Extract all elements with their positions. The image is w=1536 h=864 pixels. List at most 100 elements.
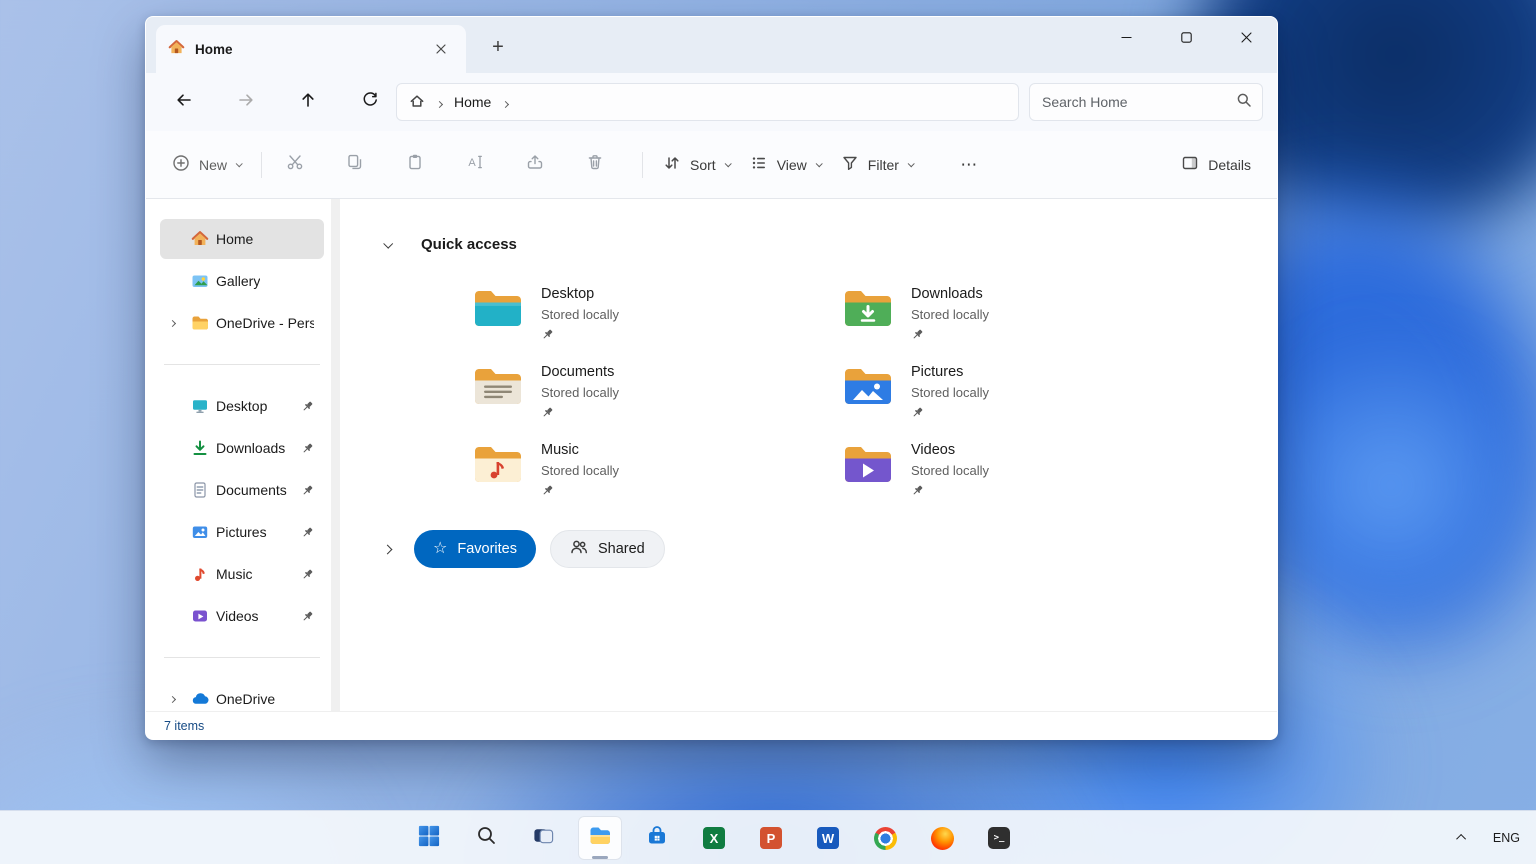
folder-name: Downloads (911, 285, 989, 304)
pictures-icon (190, 523, 210, 541)
address-bar[interactable]: Home (396, 83, 1019, 121)
people-icon (570, 538, 588, 560)
view-button[interactable]: View (740, 145, 831, 185)
chevron-right-icon[interactable] (160, 321, 184, 326)
taskbar: X P W >_ ENG (0, 810, 1536, 864)
up-button[interactable] (284, 83, 332, 121)
sidebar-item-label: Downloads (216, 440, 285, 456)
rename-button[interactable]: A (452, 145, 498, 185)
chevron-down-icon (724, 160, 731, 167)
folder-detail: Stored locally (911, 462, 989, 480)
new-button[interactable]: New (162, 145, 251, 185)
share-button[interactable] (512, 145, 558, 185)
chevron-right-icon[interactable] (160, 697, 184, 702)
command-toolbar: New A Sort View (146, 131, 1277, 199)
new-tab-button[interactable]: + (480, 30, 516, 64)
folder-tile-documents[interactable]: Documents Stored locally (471, 363, 841, 429)
back-button[interactable] (160, 83, 208, 121)
language-indicator[interactable]: ENG (1493, 831, 1520, 845)
sidebar-item-label: Music (216, 566, 253, 582)
folder-tile-desktop[interactable]: Desktop Stored locally (471, 285, 841, 351)
close-window-button[interactable] (1223, 19, 1269, 59)
sidebar-item-desktop[interactable]: Desktop (160, 386, 324, 426)
chevron-up-icon[interactable] (1456, 834, 1466, 844)
folder-tile-music[interactable]: Music Stored locally (471, 441, 841, 507)
search-box[interactable] (1029, 83, 1263, 121)
sidebar-item-label: Videos (216, 608, 259, 624)
powerpoint-button[interactable]: P (749, 816, 793, 860)
minimize-button[interactable] (1103, 19, 1149, 59)
excel-button[interactable]: X (692, 816, 736, 860)
chevron-right-icon[interactable] (383, 544, 393, 554)
tab-home[interactable]: Home (156, 25, 466, 73)
pin-icon (301, 610, 314, 623)
task-view-icon (532, 824, 555, 852)
sidebar-item-label: Pictures (216, 524, 267, 540)
status-bar: 7 items (146, 711, 1277, 739)
chrome-icon (874, 827, 897, 850)
word-button[interactable]: W (806, 816, 850, 860)
sidebar-item-label: OneDrive (216, 691, 275, 707)
terminal-icon: >_ (988, 827, 1010, 849)
refresh-button[interactable] (346, 83, 394, 121)
sidebar-scrollbar[interactable] (331, 199, 340, 711)
copy-icon (346, 153, 364, 176)
sidebar-item-downloads[interactable]: Downloads (160, 428, 324, 468)
favorites-button[interactable]: ☆ Favorites (414, 530, 536, 568)
filter-button[interactable]: Filter (831, 145, 923, 185)
videos-folder-icon (841, 441, 895, 491)
star-icon: ☆ (433, 541, 447, 557)
music-folder-icon (471, 441, 525, 491)
sidebar-item-home[interactable]: Home (160, 219, 324, 259)
task-view-button[interactable] (521, 816, 565, 860)
breadcrumb-location[interactable]: Home (454, 94, 491, 110)
terminal-button[interactable]: >_ (977, 816, 1021, 860)
sidebar-item-pictures[interactable]: Pictures (160, 512, 324, 552)
maximize-button[interactable] (1163, 19, 1209, 59)
delete-button[interactable] (572, 145, 618, 185)
sidebar-item-onedrive-personal[interactable]: OneDrive - Personal (160, 303, 324, 343)
details-button[interactable]: Details (1171, 145, 1261, 185)
details-pane-icon (1181, 154, 1199, 175)
sidebar-divider (164, 364, 320, 365)
taskbar-search-button[interactable] (464, 816, 508, 860)
close-icon (436, 42, 446, 57)
search-icon (476, 825, 497, 851)
paste-button[interactable] (392, 145, 438, 185)
paste-icon (406, 153, 424, 176)
tab-close-button[interactable] (428, 36, 454, 62)
firefox-button[interactable] (920, 816, 964, 860)
folder-tile-downloads[interactable]: Downloads Stored locally (841, 285, 1211, 351)
copy-button[interactable] (332, 145, 378, 185)
sidebar-item-gallery[interactable]: Gallery (160, 261, 324, 301)
new-label: New (199, 157, 227, 173)
folder-tile-pictures[interactable]: Pictures Stored locally (841, 363, 1211, 429)
sidebar-item-documents[interactable]: Documents (160, 470, 324, 510)
ellipsis-icon: ⋯ (960, 155, 977, 175)
sidebar-item-label: Home (216, 231, 253, 247)
taskbar-file-explorer-button[interactable] (578, 816, 622, 860)
chevron-down-icon[interactable] (383, 238, 393, 248)
sort-button[interactable]: Sort (653, 145, 740, 185)
section-title[interactable]: Quick access (421, 236, 517, 253)
favorites-label: Favorites (457, 541, 517, 557)
onedrive-cloud-icon (190, 690, 210, 708)
forward-button[interactable] (222, 83, 270, 121)
microsoft-store-button[interactable] (635, 816, 679, 860)
chrome-button[interactable] (863, 816, 907, 860)
chevron-right-icon[interactable] (503, 94, 508, 110)
start-button[interactable] (407, 816, 451, 860)
folder-tile-videos[interactable]: Videos Stored locally (841, 441, 1211, 507)
sidebar-item-videos[interactable]: Videos (160, 596, 324, 636)
chevron-down-icon (236, 160, 243, 167)
sidebar-item-music[interactable]: Music (160, 554, 324, 594)
pin-icon (911, 484, 989, 502)
cut-button[interactable] (272, 145, 318, 185)
search-input[interactable] (1042, 94, 1236, 110)
more-options-button[interactable]: ⋯ (949, 145, 989, 185)
shared-button[interactable]: Shared (550, 530, 665, 568)
view-icon (750, 154, 768, 175)
search-icon[interactable] (1236, 92, 1252, 113)
navigation-pane: Home Gallery OneDrive - Personal (146, 199, 340, 711)
titlebar[interactable]: Home + (146, 17, 1277, 73)
